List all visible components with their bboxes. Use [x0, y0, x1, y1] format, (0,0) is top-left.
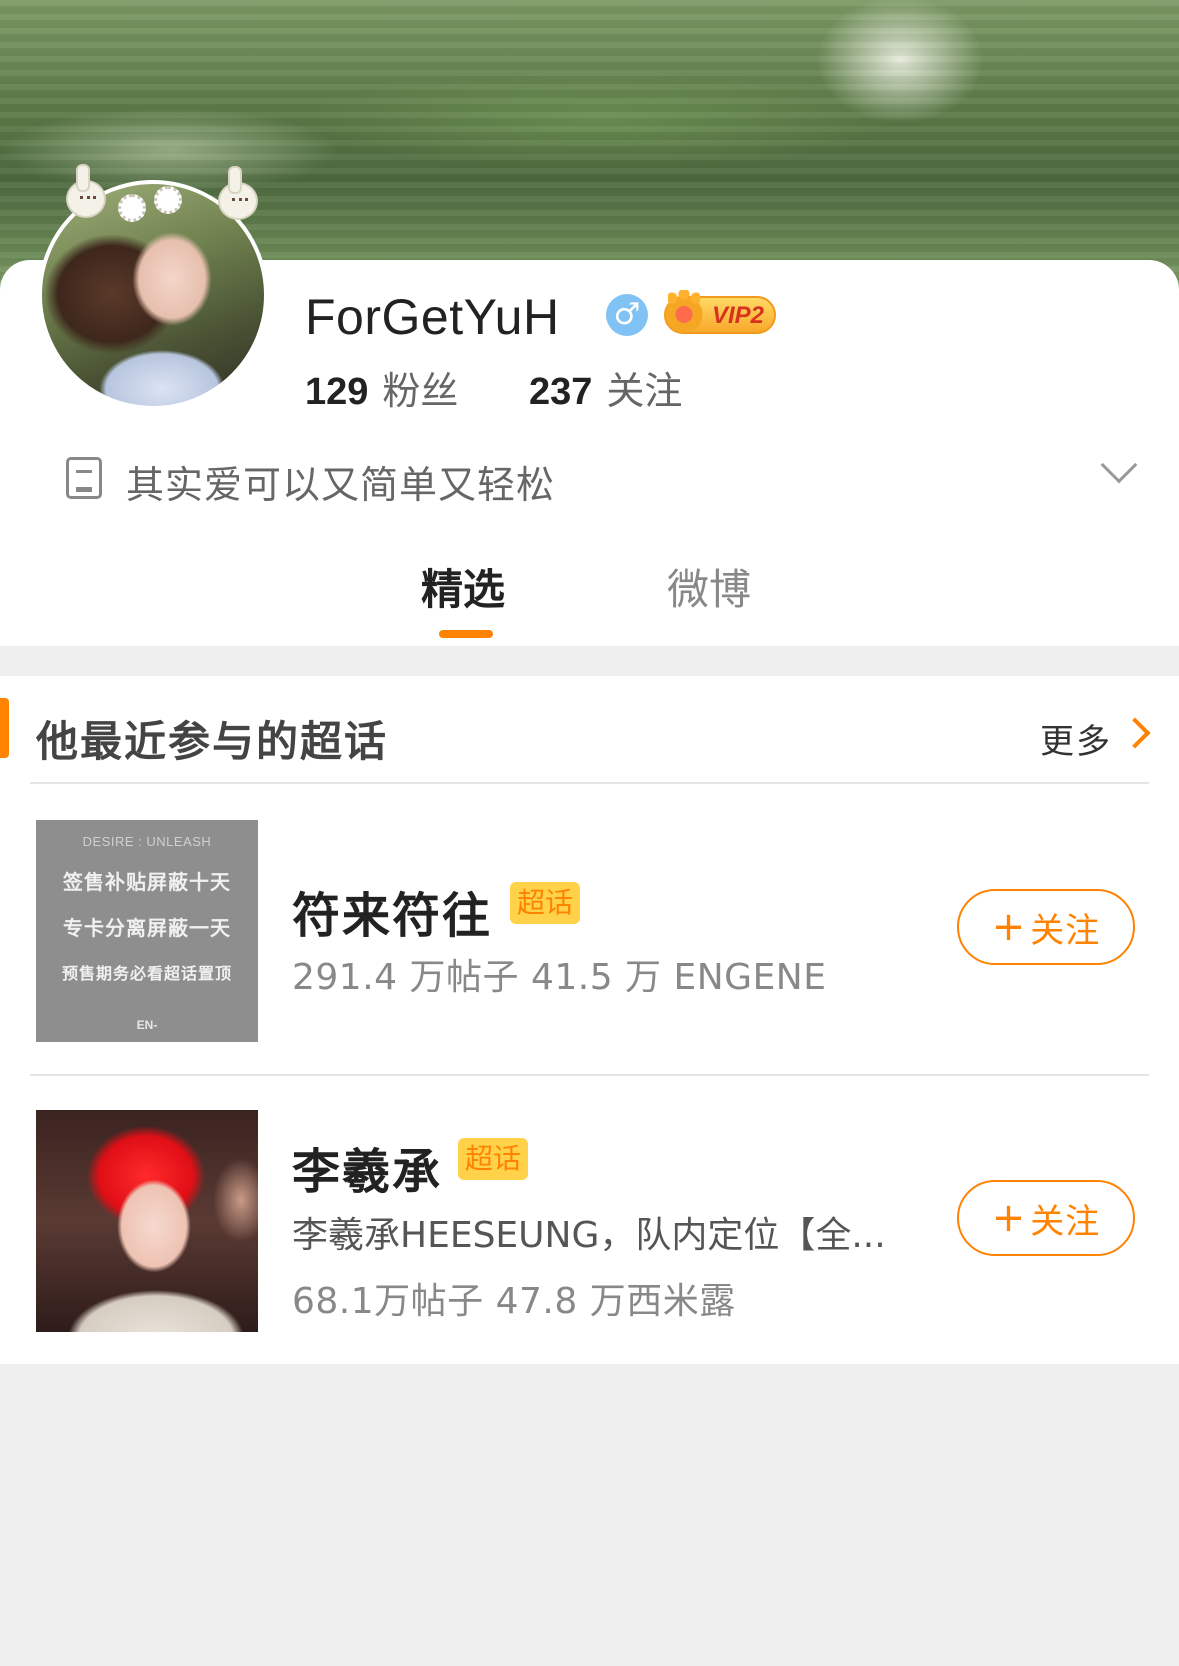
plus-icon: +	[991, 904, 1027, 950]
bubble-decoration-icon	[154, 186, 182, 214]
avatar-container[interactable]	[38, 164, 268, 410]
thumbnail-text-line: 签售补贴屏蔽十天	[63, 870, 231, 894]
avatar-frame-decoration	[46, 160, 276, 240]
more-link[interactable]: 更多	[1040, 714, 1112, 763]
tab-featured[interactable]: 精选	[421, 556, 505, 617]
fans-stat[interactable]: 129 粉丝	[305, 360, 458, 415]
topic-name[interactable]: 李羲承	[292, 1132, 442, 1202]
follow-button[interactable]: + 关注	[957, 1180, 1135, 1256]
super-topic-tag: 超话	[458, 1138, 529, 1180]
section-title: 他最近参与的超话	[36, 717, 389, 766]
topic-stats: 68.1万帖子 47.8 万西米露	[292, 1281, 736, 1322]
tab-active-indicator	[439, 630, 493, 638]
thumbnail-text-line: 专卡分离屏蔽一天	[63, 916, 231, 940]
thumbnail-text-line: 预售期务必看超话置顶	[61, 964, 232, 983]
crown-icon	[662, 288, 706, 332]
follow-label: 关注	[1030, 1201, 1101, 1242]
fans-label: 粉丝	[382, 369, 459, 413]
divider	[30, 1074, 1149, 1076]
follow-label: 关注	[1030, 910, 1101, 951]
plus-icon: +	[991, 1195, 1027, 1241]
super-topic-tag: 超话	[510, 882, 581, 924]
vip-label: VIP2	[712, 302, 765, 329]
vip-badge[interactable]: VIP2	[662, 288, 776, 334]
topic-stats: 291.4 万帖子 41.5 万 ENGENE	[292, 957, 827, 998]
document-icon	[66, 457, 102, 499]
profile-name: ForGetYuH	[305, 289, 560, 345]
bunny-decoration-icon	[66, 164, 106, 218]
fans-count: 129	[305, 371, 369, 413]
super-topics-section: 他最近参与的超话 更多 DESIRE : UNLEASH 签售补贴屏蔽十天 专卡…	[0, 676, 1179, 1364]
profile-bio: 其实爱可以又简单又轻松	[126, 463, 556, 507]
male-icon: ♂	[606, 294, 648, 336]
thumbnail-header-text: DESIRE : UNLEASH	[82, 834, 212, 849]
section-accent-bar	[0, 698, 9, 758]
thumbnail-logo-text: EN-	[136, 1018, 158, 1032]
topic-name[interactable]: 符来符往	[292, 876, 492, 946]
following-stat[interactable]: 237 关注	[529, 360, 682, 415]
bunny-decoration-icon	[218, 166, 258, 220]
chevron-right-icon[interactable]	[1119, 717, 1151, 749]
tab-weibo[interactable]: 微博	[667, 556, 751, 617]
following-label: 关注	[606, 369, 683, 413]
topic-thumbnail[interactable]	[36, 1110, 258, 1332]
follow-button[interactable]: + 关注	[957, 889, 1135, 965]
divider	[30, 782, 1149, 784]
following-count: 237	[529, 371, 593, 413]
bubble-decoration-icon	[118, 194, 146, 222]
topic-thumbnail[interactable]: DESIRE : UNLEASH 签售补贴屏蔽十天 专卡分离屏蔽一天 预售期务必…	[36, 820, 258, 1042]
topic-description: 李羲承HEESEUNG，队内定位【全...	[292, 1215, 886, 1256]
